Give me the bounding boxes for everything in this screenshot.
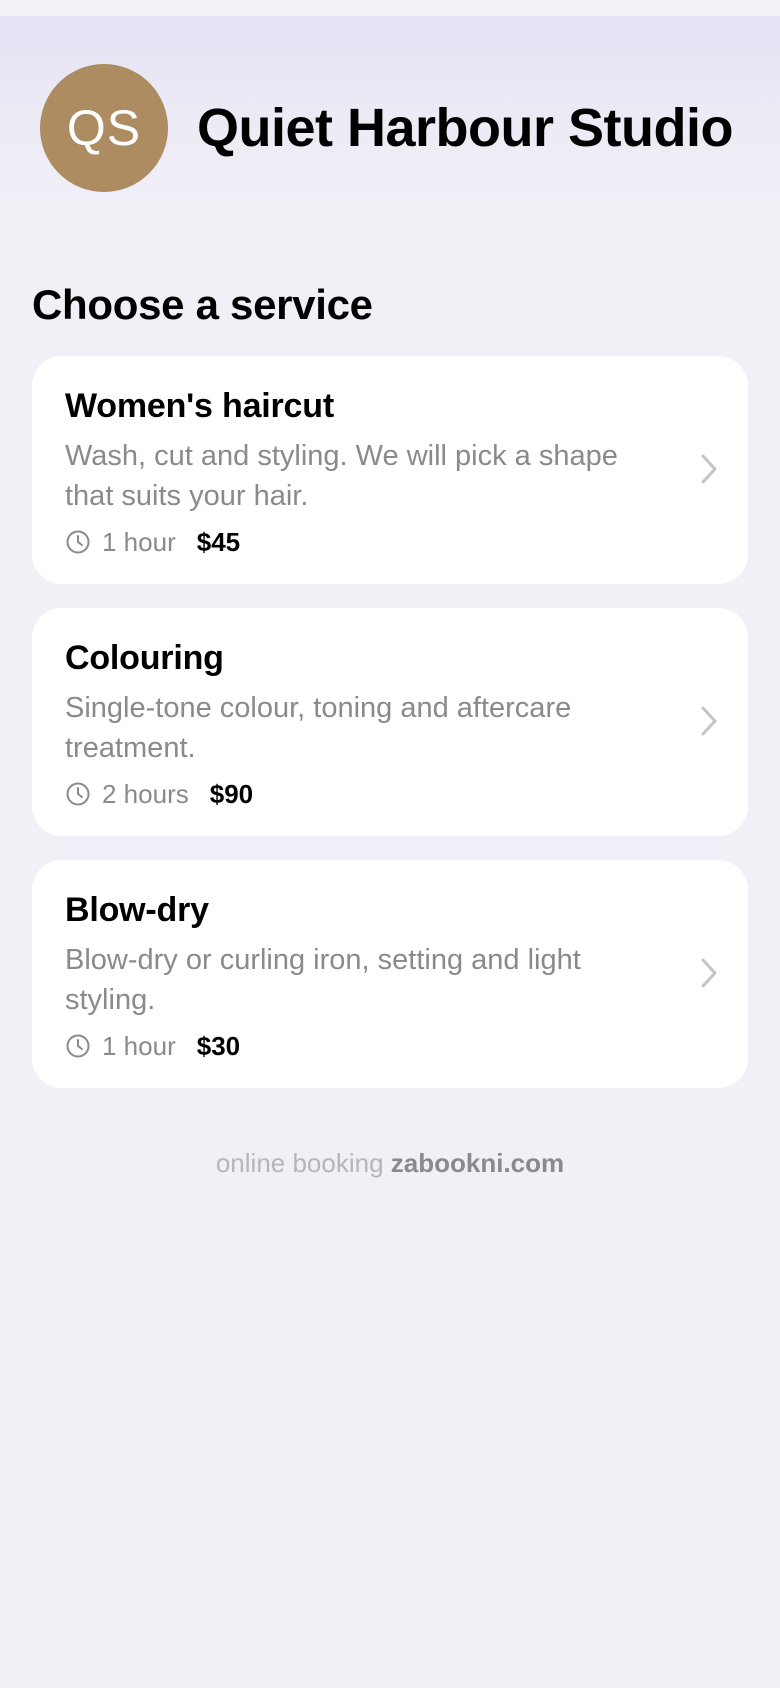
- clock-icon: [66, 1034, 90, 1058]
- studio-header: QS Quiet Harbour Studio: [40, 64, 734, 192]
- service-meta: 2 hours $90: [65, 776, 658, 812]
- service-card-blow-dry[interactable]: Blow-dry Blow-dry or curling iron, setti…: [32, 860, 748, 1088]
- service-card-colouring[interactable]: Colouring Single-tone colour, toning and…: [32, 608, 748, 836]
- service-title: Women's haircut: [65, 387, 334, 425]
- footer-label: online booking: [215, 1148, 384, 1178]
- service-price: $90: [209, 778, 254, 809]
- service-description: Blow-dry or curling iron, setting and li…: [65, 944, 581, 1016]
- service-title: Colouring: [65, 639, 224, 677]
- service-duration: 2 hours: [102, 778, 189, 809]
- service-price: $45: [196, 526, 241, 557]
- service-duration: 1 hour: [102, 526, 176, 557]
- service-duration: 1 hour: [102, 1030, 176, 1061]
- footer: online booking zabookni.com: [0, 1146, 780, 1180]
- service-description: Single-tone colour, toning and aftercare…: [65, 692, 572, 764]
- footer-link[interactable]: zabookni.com: [391, 1148, 564, 1178]
- chevron-right-icon: [701, 706, 717, 736]
- clock-icon: [66, 782, 90, 806]
- status-bar-strip: [0, 0, 780, 16]
- chevron-right-icon: [701, 958, 717, 988]
- service-title: Blow-dry: [65, 891, 209, 929]
- service-meta: 1 hour $30: [65, 1028, 658, 1064]
- clock-icon: [66, 530, 90, 554]
- service-meta: 1 hour $45: [65, 524, 658, 560]
- service-price: $30: [196, 1030, 241, 1061]
- chevron-right-icon: [701, 454, 717, 484]
- studio-name: Quiet Harbour Studio: [197, 98, 734, 158]
- service-description: Wash, cut and styling. We will pick a sh…: [65, 440, 618, 512]
- service-list: Women's haircut Wash, cut and styling. W…: [32, 356, 748, 1112]
- section-title: Choose a service: [32, 281, 373, 328]
- service-card-womens-haircut[interactable]: Women's haircut Wash, cut and styling. W…: [32, 356, 748, 584]
- avatar: QS: [40, 64, 168, 192]
